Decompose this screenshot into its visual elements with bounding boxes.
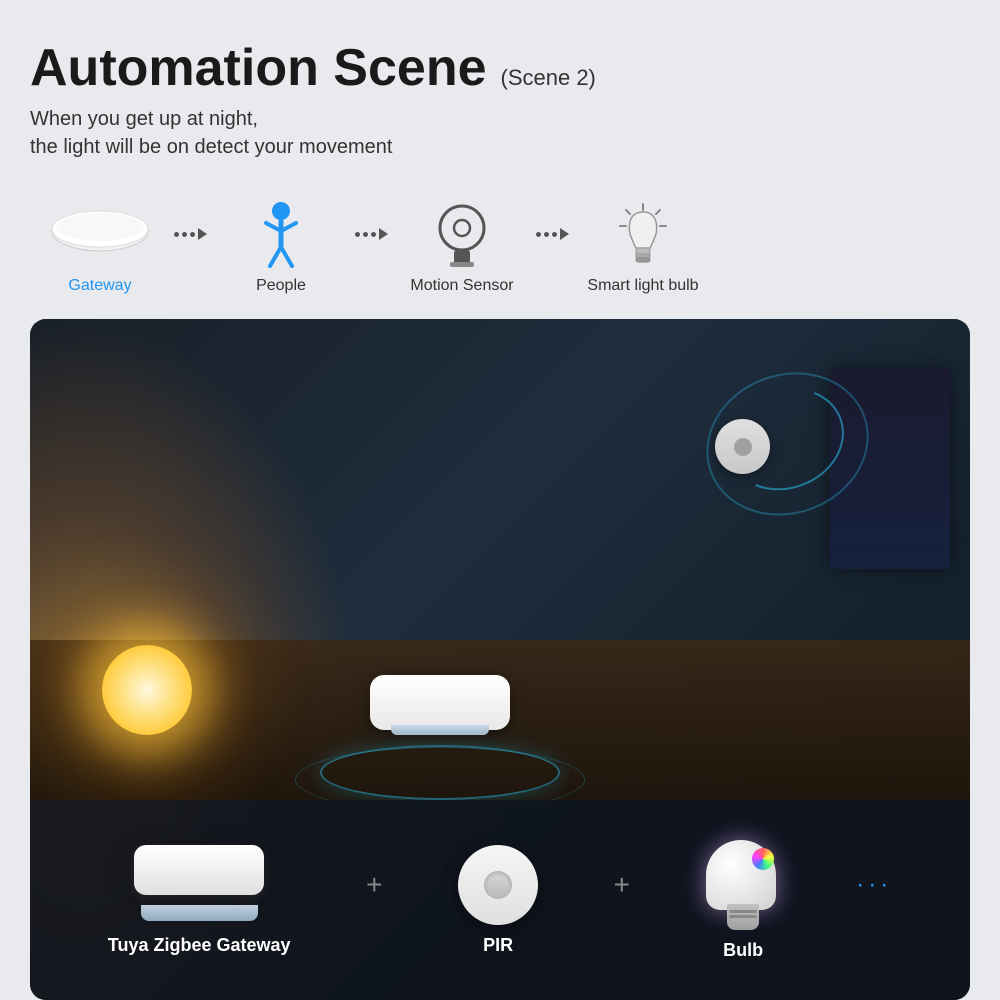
product-name-pir: PIR — [483, 935, 513, 956]
sensor-svg-icon — [433, 202, 491, 270]
description: When you get up at night, the light will… — [30, 105, 970, 161]
lamp-orb — [102, 645, 192, 735]
flow-arrow-3 — [532, 228, 573, 240]
prod-pir-icon — [458, 845, 538, 925]
bulb-svg-icon — [618, 202, 668, 270]
dot — [552, 232, 557, 237]
dot — [363, 232, 368, 237]
people-icon-wrap — [256, 201, 306, 271]
product-name-bulb: Bulb — [723, 940, 763, 961]
dot — [544, 232, 549, 237]
prod-gateway-base — [141, 905, 258, 921]
dot — [174, 232, 179, 237]
subtitle-tag: (Scene 2) — [501, 65, 596, 91]
main-title: Automation Scene — [30, 40, 487, 97]
flow-label-people: People — [256, 277, 306, 295]
product-strip: Tuya Zigbee Gateway + PIR + — [30, 800, 970, 1000]
product-item-bulb: Bulb — [706, 840, 781, 961]
dotted-arrow-1 — [174, 228, 207, 240]
product-name-gateway: Tuya Zigbee Gateway — [108, 935, 291, 956]
scene-photo-area: Tuya Zigbee Gateway + PIR + — [30, 319, 970, 1000]
prod-bulb-glass — [706, 840, 776, 910]
bulb-icon-wrap — [618, 201, 668, 271]
flow-label-bulb: Smart light bulb — [587, 277, 698, 295]
arrow-head — [560, 228, 569, 240]
arrow-head — [198, 228, 207, 240]
flow-label-sensor: Motion Sensor — [410, 277, 513, 295]
prod-bulb-container — [706, 840, 781, 930]
dot — [355, 232, 360, 237]
dot — [536, 232, 541, 237]
dot — [371, 232, 376, 237]
prod-bulb-base — [727, 904, 759, 930]
flow-item-people: People — [211, 201, 351, 295]
dot — [190, 232, 195, 237]
dotted-arrow-2 — [355, 228, 388, 240]
sensor-icon-wrap — [433, 201, 491, 271]
more-options-dots[interactable]: ··· — [856, 871, 892, 899]
flow-item-sensor: Motion Sensor — [392, 201, 532, 295]
flow-arrow-1 — [170, 228, 211, 240]
product-item-pir: PIR — [458, 845, 538, 956]
product-item-gateway: Tuya Zigbee Gateway — [108, 845, 291, 956]
title-line: Automation Scene (Scene 2) — [30, 40, 970, 97]
flow-item-bulb: Smart light bulb — [573, 201, 713, 295]
people-svg-icon — [256, 201, 306, 271]
header-section: Automation Scene (Scene 2) When you get … — [30, 30, 970, 181]
flow-arrow-2 — [351, 228, 392, 240]
arrow-head — [379, 228, 388, 240]
plus-sign-1: + — [366, 869, 382, 901]
flow-label-gateway: Gateway — [68, 277, 131, 295]
description-line1: When you get up at night, — [30, 108, 258, 130]
gateway-device-body — [370, 675, 510, 730]
dot — [182, 232, 187, 237]
prod-pir-inner — [484, 871, 512, 899]
gateway-icon-wrap — [50, 201, 150, 271]
flow-item-gateway: Gateway — [30, 201, 170, 295]
description-line2: the light will be on detect your movemen… — [30, 136, 392, 158]
plus-sign-2: + — [614, 869, 630, 901]
dotted-arrow-3 — [536, 228, 569, 240]
flow-diagram: Gateway People — [30, 201, 970, 295]
bulb-color-ring — [752, 848, 774, 870]
gateway-svg-icon — [50, 209, 150, 264]
page-wrapper: Automation Scene (Scene 2) When you get … — [0, 0, 1000, 1000]
prod-gateway-icon — [134, 845, 264, 925]
prod-gateway-body — [134, 845, 264, 895]
gateway-device-scene — [370, 675, 510, 765]
scene-background: Tuya Zigbee Gateway + PIR + — [30, 319, 970, 1000]
